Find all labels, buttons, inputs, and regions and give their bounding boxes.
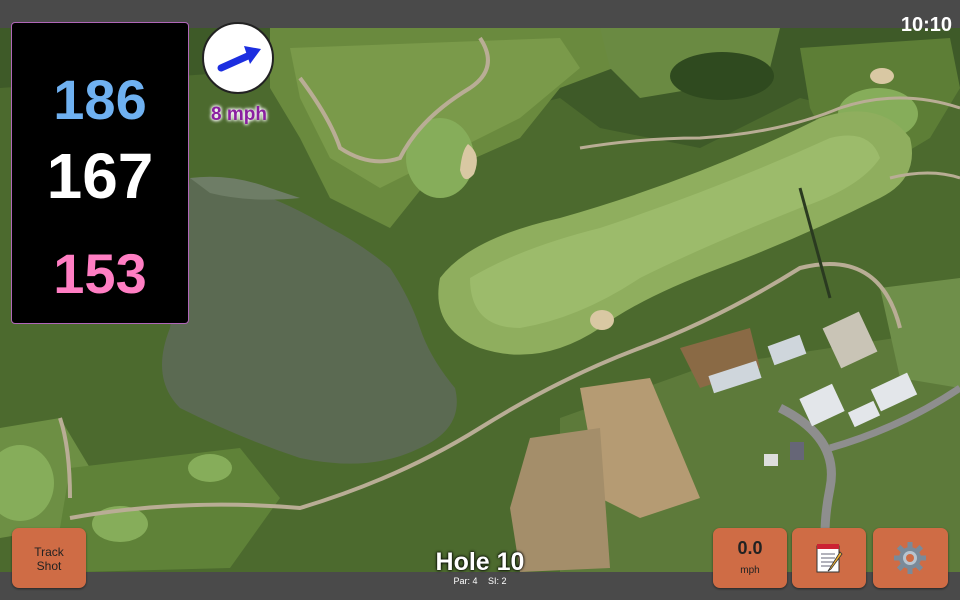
track-shot-button[interactable]: Track Shot — [12, 528, 86, 588]
wind-speed-label: 8 mph — [211, 104, 267, 125]
speed-button[interactable]: 0.0 mph — [713, 528, 787, 588]
track-shot-label-line2: Shot — [36, 559, 62, 573]
distance-front: 153 — [53, 242, 147, 305]
speed-value: 0.0 — [737, 538, 763, 558]
wind-indicator — [202, 22, 274, 94]
notepad-icon — [816, 544, 843, 573]
speed-unit: mph — [740, 565, 760, 576]
track-shot-label-line1: Track — [34, 545, 64, 559]
distance-middle: 167 — [46, 140, 154, 212]
hole-title: Hole 10 — [435, 548, 525, 576]
gear-icon — [894, 542, 926, 574]
yardage-panel: 186 167 153 — [11, 22, 189, 324]
settings-button[interactable] — [873, 528, 948, 588]
clock-time: 10:10 — [900, 14, 952, 36]
wind-arrow-icon — [217, 46, 261, 72]
distance-back: 186 — [53, 68, 147, 131]
notes-button[interactable] — [792, 528, 866, 588]
hole-stroke-index: SI: 2 — [488, 576, 507, 586]
hole-par: Par: 4 — [453, 576, 478, 586]
hole-info: Par: 4 SI: 2 — [380, 576, 580, 586]
